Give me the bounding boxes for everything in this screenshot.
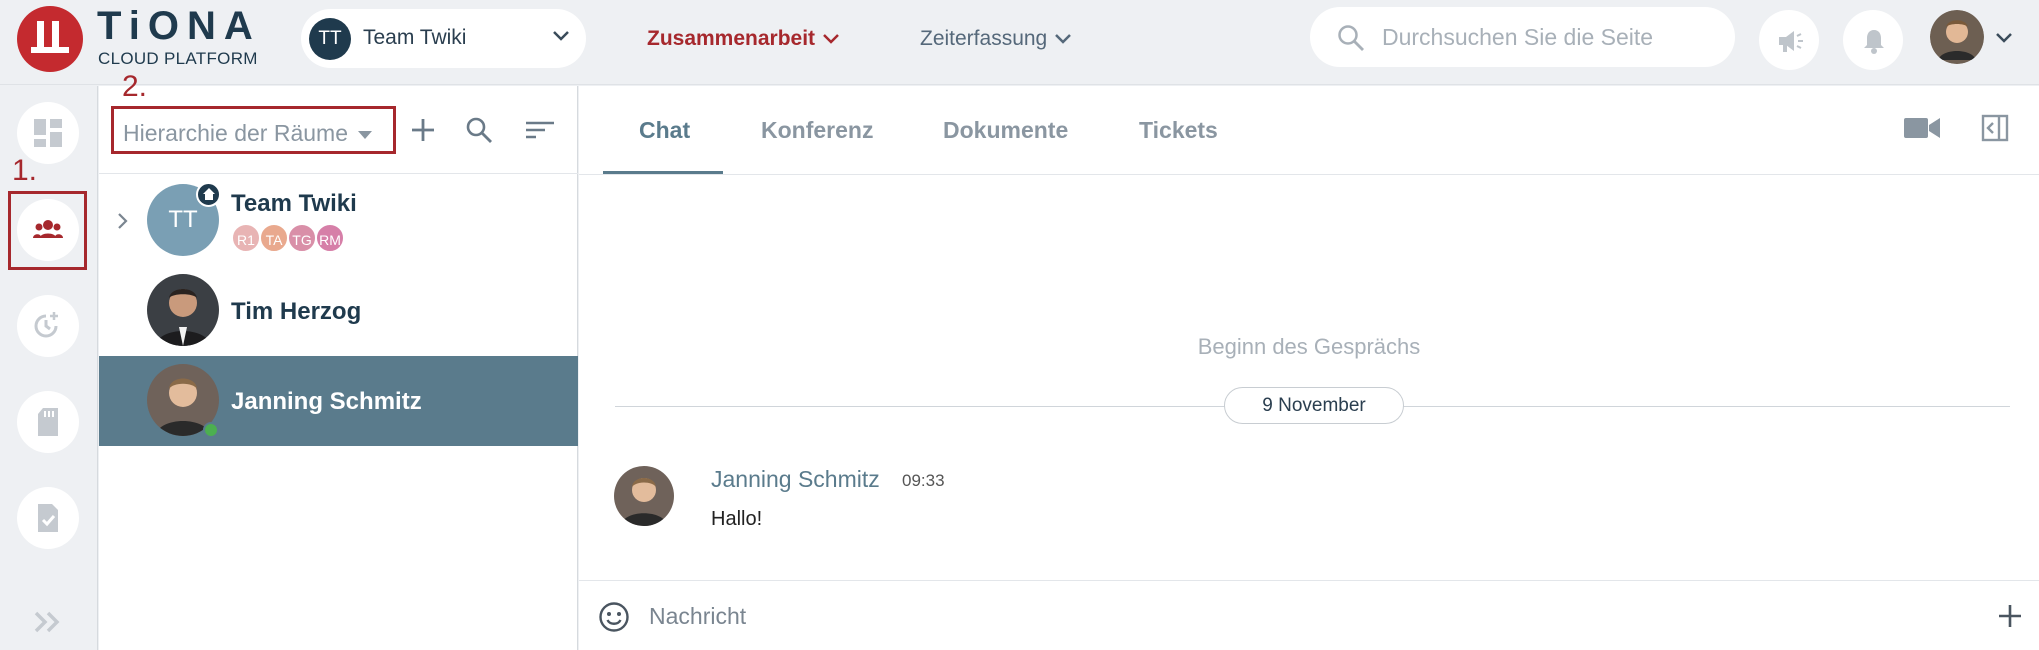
message-author[interactable]: Janning Schmitz: [711, 466, 880, 493]
room-name: Tim Herzog: [231, 298, 362, 325]
room-list-header: 2. Hierarchie der Räume: [99, 70, 578, 174]
bell-icon: [1864, 30, 1884, 54]
rail-tasks[interactable]: [17, 487, 79, 549]
home-icon: [203, 188, 215, 200]
menu-time-tracking[interactable]: Zeiterfassung: [920, 27, 1072, 51]
member-chip: R1: [231, 223, 261, 253]
chat-panel: Chat Konferenz Dokumente Tickets Beginn …: [579, 86, 2039, 650]
message-avatar[interactable]: [614, 466, 674, 526]
room-avatar: [147, 274, 219, 346]
member-chip: TG: [287, 223, 317, 253]
document-check-icon: [38, 504, 58, 532]
room-item-team-twiki[interactable]: TT Team Twiki R1 TA TG RM: [99, 176, 578, 266]
clock-add-icon: [34, 312, 58, 338]
online-status-dot: [203, 422, 219, 438]
chevron-down-icon: [1055, 34, 1072, 45]
annotation-number-2: 2.: [122, 70, 148, 103]
add-attachment-icon[interactable]: [1997, 603, 2023, 629]
date-divider: 9 November: [1224, 387, 1404, 424]
tiona-logo-icon[interactable]: [17, 6, 83, 72]
annotation-number-1: 1.: [12, 154, 38, 187]
expand-rail-icon[interactable]: [33, 610, 63, 634]
room-hierarchy-select[interactable]: Hierarchie der Räume: [123, 120, 372, 147]
people-icon: [33, 220, 63, 238]
menu-time-tracking-label: Zeiterfassung: [920, 27, 1048, 50]
room-name: Team Twiki: [231, 190, 357, 217]
chevron-down-icon: [553, 31, 569, 41]
sd-card-icon: [38, 408, 58, 436]
home-badge: [196, 182, 221, 207]
rail-time-tracking[interactable]: [17, 295, 79, 357]
brand-subtitle: CLOUD PLATFORM: [98, 49, 258, 68]
search-icon[interactable]: [465, 116, 493, 144]
team-name: Team Twiki: [363, 26, 467, 49]
team-avatar: TT: [309, 18, 351, 60]
caret-down-icon: [357, 130, 372, 139]
add-icon[interactable]: [409, 116, 437, 144]
dashboard-icon: [34, 119, 62, 147]
search-box[interactable]: [1310, 7, 1735, 67]
room-item-tim-herzog[interactable]: Tim Herzog: [99, 266, 578, 356]
search-icon: [1338, 25, 1364, 51]
announcements-button[interactable]: [1759, 10, 1819, 70]
room-hierarchy-label: Hierarchie der Räume: [123, 120, 348, 146]
team-selector[interactable]: TT Team Twiki: [301, 9, 586, 68]
sort-icon[interactable]: [525, 116, 555, 144]
notifications-button[interactable]: [1843, 10, 1903, 70]
menu-collaboration[interactable]: Zusammenarbeit: [647, 27, 839, 51]
member-chip: RM: [315, 223, 345, 253]
tab-tickets[interactable]: Tickets: [1139, 117, 1218, 144]
message-input[interactable]: [649, 599, 1949, 633]
user-avatar: [1930, 10, 1984, 64]
conversation-start-text: Beginn des Gesprächs: [1197, 334, 1421, 359]
room-list-panel: 2. Hierarchie der Räume TT Team Twiki R1…: [99, 70, 578, 650]
chevron-right-icon[interactable]: [117, 212, 129, 230]
icon-rail: 1.: [0, 86, 98, 650]
room-item-janning-schmitz[interactable]: Janning Schmitz: [99, 356, 578, 446]
tab-conference[interactable]: Konferenz: [761, 117, 873, 144]
room-name: Janning Schmitz: [231, 388, 422, 415]
user-menu[interactable]: [1930, 10, 2025, 70]
emoji-icon[interactable]: [598, 601, 630, 633]
rail-collaboration[interactable]: [17, 199, 79, 261]
chevron-down-icon: [823, 34, 839, 45]
chat-tabs: Chat Konferenz Dokumente Tickets: [579, 86, 2039, 175]
tab-documents[interactable]: Dokumente: [943, 117, 1068, 144]
tab-chat[interactable]: Chat: [639, 117, 690, 144]
chevron-down-icon: [1996, 33, 2012, 43]
message-time: 09:33: [902, 471, 945, 490]
megaphone-icon: [1779, 31, 1803, 52]
menu-collaboration-label: Zusammenarbeit: [647, 27, 816, 50]
search-input[interactable]: [1382, 19, 1712, 55]
brand-title: TiONA: [97, 4, 261, 48]
toggle-sidebar-icon[interactable]: [1981, 114, 2009, 142]
member-chip: TA: [259, 223, 289, 253]
rail-storage[interactable]: [17, 391, 79, 453]
top-bar: TiONA CLOUD PLATFORM TT Team Twiki Zusam…: [0, 0, 2039, 85]
video-call-icon[interactable]: [1903, 114, 1941, 142]
message-composer: [579, 580, 2039, 650]
active-tab-indicator: [603, 171, 723, 174]
message-text: Hallo!: [711, 508, 763, 530]
